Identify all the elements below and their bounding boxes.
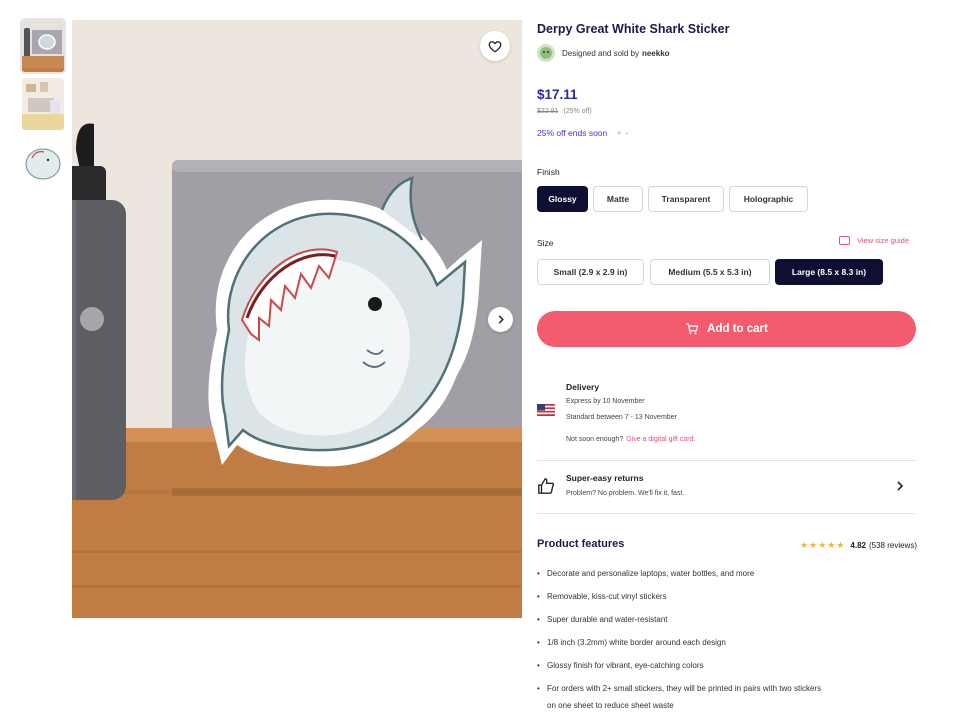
rating-summary[interactable]: ★★★★★ 4.82 (538 reviews)	[800, 540, 917, 551]
star-icon: ★★★★★	[800, 540, 846, 550]
feature-text: Glossy finish for vibrant, eye-catching …	[547, 661, 704, 670]
favorite-button[interactable]	[480, 31, 510, 61]
finish-option-transparent[interactable]: Transparent	[648, 186, 724, 212]
promo-text: 25% off ends soon	[537, 128, 608, 138]
thumbnail-list	[22, 20, 64, 194]
feature-text: Super durable and water-resistant	[547, 615, 668, 624]
us-flag-icon	[537, 404, 555, 416]
chevron-right-icon	[498, 315, 504, 324]
heart-icon	[488, 40, 502, 52]
product-image	[72, 20, 522, 618]
feature-item: • 1/8 inch (3.2mm) white border around ea…	[537, 634, 916, 651]
cart-icon	[686, 323, 699, 335]
size-label: Size	[537, 238, 554, 248]
thumbnail-sticker[interactable]	[22, 136, 64, 188]
chevron-right-icon	[897, 481, 904, 491]
add-to-cart-button[interactable]: Add to cart	[537, 311, 916, 347]
old-price: $22.81	[537, 108, 559, 115]
feature-text: 1/8 inch (3.2mm) white border around eac…	[547, 638, 726, 647]
feature-item: • For orders with 2+ small stickers, they…	[537, 680, 916, 697]
add-to-cart-label: Add to cart	[707, 323, 768, 335]
size-option-medium[interactable]: Medium (5.5 x 5.3 in)	[650, 259, 770, 285]
rating-value: 4.82	[850, 541, 866, 550]
promo-banner: 25% off ends soon ✦ •	[537, 128, 628, 139]
finish-option-glossy[interactable]: Glossy	[537, 186, 588, 212]
seller-link[interactable]: neekko	[642, 49, 670, 58]
feature-item: • Super durable and water-resistant	[537, 611, 916, 628]
thumbnail-laptop[interactable]	[22, 20, 64, 72]
next-image-button[interactable]	[488, 307, 513, 332]
feature-text: on one sheet to reduce sheet waste	[547, 701, 674, 710]
feature-item-continued: on one sheet to reduce sheet waste	[537, 697, 916, 714]
size-guide-text: View size guide	[857, 236, 909, 245]
feature-text: Removable, kiss-cut vinyl stickers	[547, 592, 667, 601]
finish-label: Finish	[537, 167, 560, 177]
product-title: Derpy Great White Shark Sticker	[537, 22, 730, 36]
delivery-express: Express by 10 November	[566, 398, 645, 405]
delivery-title: Delivery	[566, 382, 600, 392]
feature-text: For orders with 2+ small stickers, they …	[547, 684, 822, 693]
thumbnail-desk[interactable]	[22, 78, 64, 130]
delivery-standard: Standard between 7 - 13 November	[566, 414, 677, 421]
size-guide-icon	[839, 236, 851, 245]
feature-item: • Removable, kiss-cut vinyl stickers	[537, 588, 916, 605]
features-title: Product features	[537, 538, 625, 550]
original-price: $22.81 (25% off)	[537, 108, 592, 115]
previous-image-button[interactable]	[80, 307, 104, 331]
discount: (25% off)	[563, 108, 592, 115]
finish-option-matte[interactable]: Matte	[593, 186, 643, 212]
size-option-large[interactable]: Large (8.5 x 8.3 in)	[775, 259, 883, 285]
review-count: (538 reviews)	[868, 541, 917, 550]
thumbs-up-icon	[538, 478, 555, 494]
delivery-note-text: Not soon enough?	[566, 436, 624, 443]
feature-text: Decorate and personalize laptops, water …	[547, 569, 755, 578]
feature-item: • Decorate and personalize laptops, water…	[537, 565, 916, 582]
seller-avatar[interactable]	[537, 44, 555, 62]
product-photo	[72, 20, 522, 618]
sparkle-icon: ✦ •	[615, 128, 629, 138]
delivery-note: Not soon enough? Give a digital gift card…	[566, 436, 695, 443]
feature-item: • Glossy finish for vibrant, eye-catching…	[537, 657, 916, 674]
returns-subtitle: Problem? No problem. We'll fix it, fast.	[566, 490, 685, 497]
gift-card-link[interactable]: Give a digital gift card.	[626, 436, 695, 443]
divider	[537, 460, 916, 461]
returns-title: Super-easy returns	[566, 473, 644, 483]
designed-by-label: Designed and sold by	[562, 48, 639, 58]
size-guide-link[interactable]: View size guide	[839, 236, 909, 245]
price: $17.11	[537, 87, 578, 102]
seller-info: Designed and sold by neekko	[537, 44, 670, 62]
divider	[537, 513, 916, 514]
returns-row[interactable]: Super-easy returns Problem? No problem. …	[537, 469, 916, 509]
finish-option-holographic[interactable]: Holographic	[729, 186, 808, 212]
size-option-small[interactable]: Small (2.9 x 2.9 in)	[537, 259, 644, 285]
